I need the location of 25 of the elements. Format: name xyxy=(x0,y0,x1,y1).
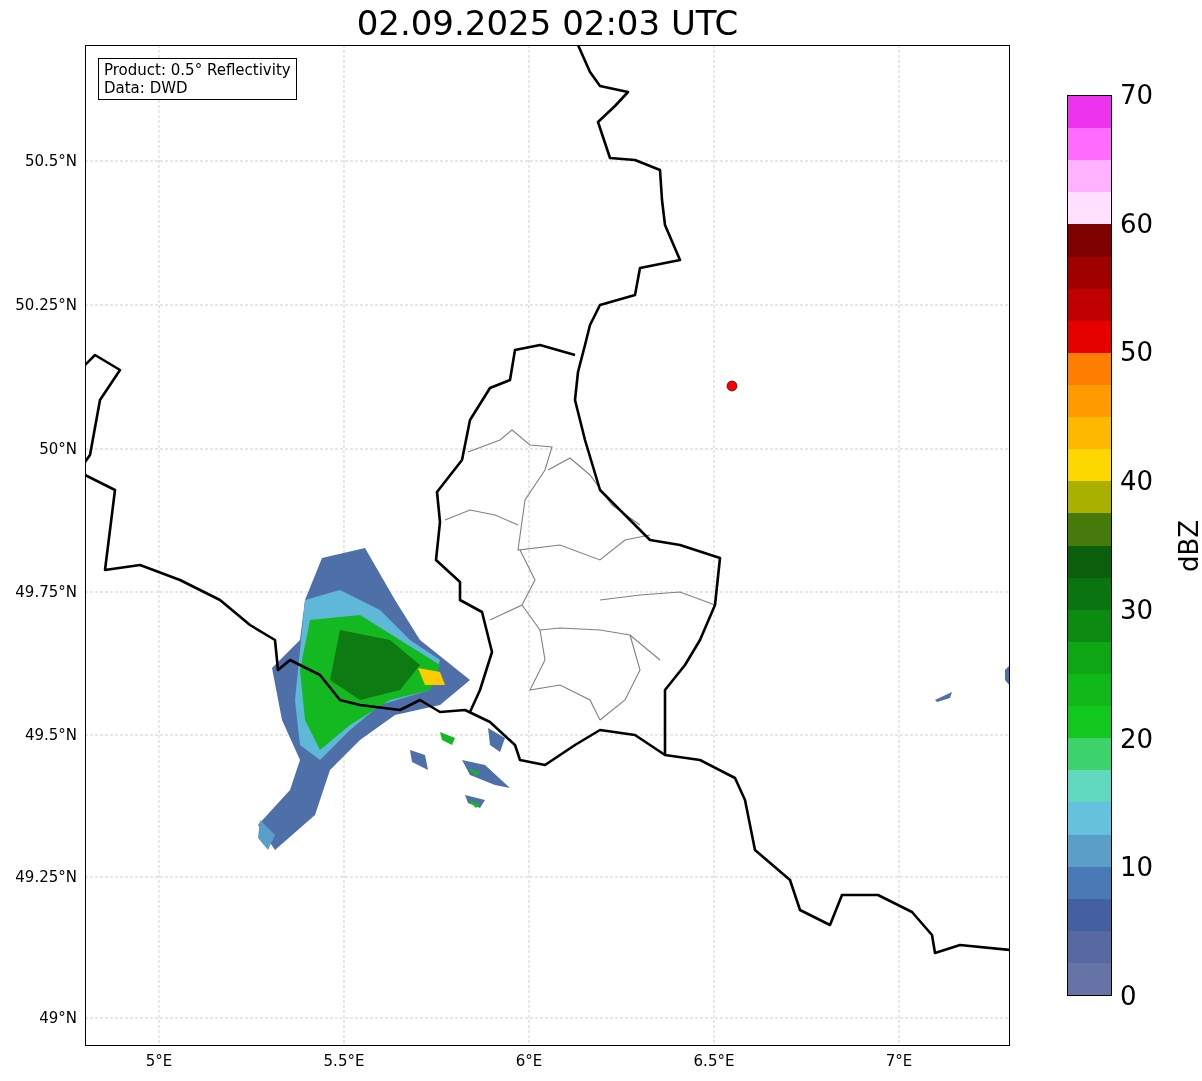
location-marker xyxy=(726,380,738,392)
chart-title: 02.09.2025 02:03 UTC xyxy=(356,2,739,43)
colorbar-tick-label: 50 xyxy=(1120,337,1154,368)
colorbar-tick-label: 40 xyxy=(1120,466,1154,497)
latitude-label: 49.75°N xyxy=(15,583,77,601)
longitude-label: 6.5°E xyxy=(693,1052,735,1070)
latitude-label: 50.25°N xyxy=(15,296,77,314)
latitude-label: 49°N xyxy=(39,1009,77,1027)
latitude-label: 49.25°N xyxy=(15,868,77,886)
colorbar-tick-label: 20 xyxy=(1120,723,1154,754)
colorbar-tick-label: 0 xyxy=(1120,981,1137,1011)
longitude-label: 5°E xyxy=(145,1052,173,1070)
info-text: Product: 0.5° Reflectivity xyxy=(104,61,291,79)
longitude-label: 5.5°E xyxy=(323,1052,365,1070)
latitude-label: 49.5°N xyxy=(24,726,77,744)
longitude-label: 7°E xyxy=(885,1052,913,1070)
latitude-label: 50.5°N xyxy=(24,152,77,170)
colorbar-tick-label: 10 xyxy=(1120,852,1154,883)
colorbar-tick-label: 70 xyxy=(1120,80,1154,110)
colorbar-tick-label: 30 xyxy=(1120,594,1154,625)
colorbar-tick-label: 60 xyxy=(1120,208,1154,239)
colorbar-label: dBZ xyxy=(1174,519,1202,573)
latitude-label: 50°N xyxy=(39,440,77,458)
info-text: Data: DWD xyxy=(104,79,189,97)
longitude-label: 6°E xyxy=(515,1052,543,1070)
